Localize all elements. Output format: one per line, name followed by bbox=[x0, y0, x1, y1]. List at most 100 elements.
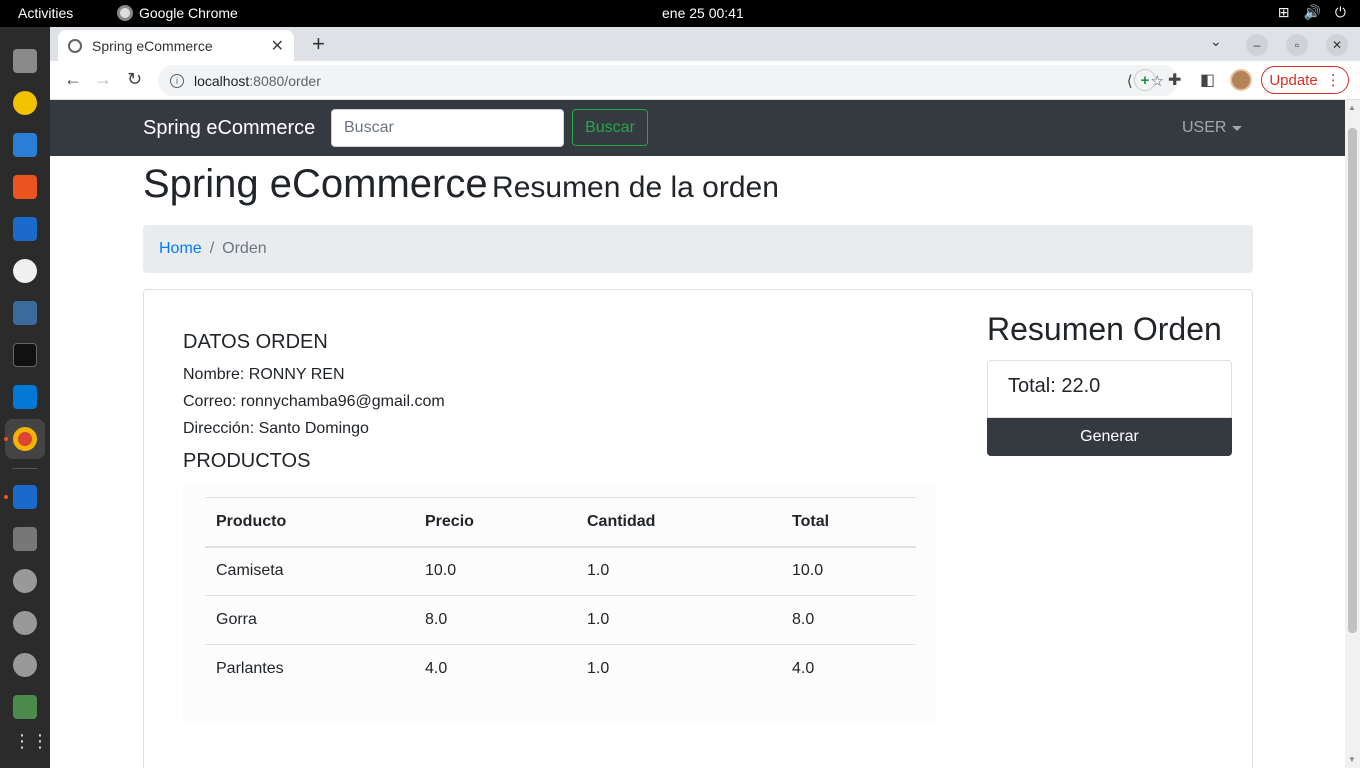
mysql-workbench-icon[interactable] bbox=[13, 301, 37, 325]
page-title-main: Spring eCommerce bbox=[143, 162, 488, 206]
url-path: :8080/order bbox=[249, 72, 321, 89]
order-name: Nombre: RONNY REN bbox=[183, 366, 345, 383]
user-dropdown-label: USER bbox=[1182, 119, 1227, 136]
column-header-product: Producto bbox=[205, 497, 414, 548]
writer-icon[interactable] bbox=[13, 133, 37, 157]
activities-button[interactable]: Activities bbox=[18, 5, 73, 21]
url-host: localhost bbox=[194, 72, 250, 89]
side-panel-icon[interactable]: ◧ bbox=[1200, 70, 1215, 90]
summary-heading: Resumen Orden bbox=[987, 311, 1222, 347]
order-email: Correo: ronnychamba96@gmail.com bbox=[183, 393, 445, 410]
web-app-icon[interactable] bbox=[13, 259, 37, 283]
browser-tab[interactable]: Spring eCommerce ✕ bbox=[58, 30, 294, 61]
cell-product: Gorra bbox=[205, 595, 414, 645]
cell-quantity: 1.0 bbox=[576, 546, 781, 596]
power-icon: ⏻ bbox=[1334, 4, 1346, 20]
minimize-button[interactable]: – bbox=[1246, 34, 1268, 56]
software-icon[interactable] bbox=[13, 175, 37, 199]
breadcrumb-separator: / bbox=[209, 240, 215, 257]
update-button[interactable]: Update ⋮ bbox=[1261, 66, 1349, 94]
dock: ⋮⋮ bbox=[0, 27, 50, 768]
products-heading: PRODUCTOS bbox=[183, 450, 311, 472]
breadcrumb-current: Orden bbox=[222, 240, 267, 257]
cell-quantity: 1.0 bbox=[576, 595, 781, 645]
close-tab-icon[interactable]: ✕ bbox=[271, 36, 284, 56]
forward-icon[interactable]: → bbox=[94, 69, 112, 90]
page-title-sub: Resumen de la orden bbox=[492, 171, 779, 204]
terminal-icon[interactable] bbox=[13, 343, 37, 367]
scroll-down-arrow-icon[interactable]: ▼ bbox=[1348, 755, 1356, 764]
usb-drive-icon[interactable] bbox=[13, 527, 37, 551]
tab-strip: Spring eCommerce ✕ + ⌄ – ▫ ✕ bbox=[50, 27, 1360, 61]
reload-icon[interactable]: ↻ bbox=[127, 69, 142, 90]
cell-product: Parlantes bbox=[216, 660, 284, 678]
globe-icon bbox=[68, 38, 82, 53]
disc-icon[interactable] bbox=[13, 653, 37, 677]
caret-down-icon bbox=[1232, 125, 1243, 131]
table-row: Camiseta 10.0 1.0 10.0 bbox=[205, 546, 916, 596]
scroll-up-arrow-icon[interactable]: ▲ bbox=[1348, 103, 1356, 112]
share-icon[interactable]: ⟨ bbox=[1127, 72, 1133, 90]
clock[interactable]: ene 25 00:41 bbox=[662, 5, 744, 21]
intellij-running-icon[interactable] bbox=[13, 485, 37, 509]
profile-avatar[interactable] bbox=[1230, 69, 1252, 91]
extensions-puzzle-icon[interactable]: ✚ bbox=[1168, 70, 1181, 90]
tab-search-icon[interactable]: ⌄ bbox=[1210, 33, 1222, 50]
dock-separator bbox=[12, 468, 38, 469]
search-button[interactable]: Buscar bbox=[572, 109, 648, 146]
chrome-dock-icon[interactable] bbox=[13, 427, 37, 451]
system-tray[interactable]: ⊞ 🔊 ⏻ bbox=[1278, 4, 1346, 21]
cell-price: 10.0 bbox=[414, 546, 576, 596]
running-indicator bbox=[4, 437, 8, 441]
cell-total: 10.0 bbox=[781, 546, 916, 596]
products-table-container: Producto Precio Cantidad Total Camiseta … bbox=[183, 485, 936, 722]
breadcrumb: Home / Orden bbox=[143, 225, 1253, 273]
column-header-quantity: Cantidad bbox=[576, 497, 781, 548]
disc-icon[interactable] bbox=[13, 569, 37, 593]
more-menu-icon: ⋮ bbox=[1325, 72, 1341, 89]
running-indicator bbox=[4, 495, 8, 499]
maximize-button[interactable]: ▫ bbox=[1286, 34, 1308, 56]
trash-icon[interactable] bbox=[13, 695, 37, 719]
page-viewport: Spring eCommerce Buscar USER Spring eCom… bbox=[50, 100, 1345, 768]
back-icon[interactable]: ← bbox=[64, 69, 82, 90]
order-address: Dirección: Santo Domingo bbox=[183, 420, 369, 437]
browser-toolbar: ← → ↻ i localhost:8080/order ⟨ ☆ + ✚ ◧ U… bbox=[50, 61, 1360, 100]
disc-icon[interactable] bbox=[13, 611, 37, 635]
cell-total: 4.0 bbox=[792, 660, 815, 678]
new-tab-button[interactable]: + bbox=[312, 33, 325, 55]
address-bar[interactable]: i localhost:8080/order ⟨ ☆ bbox=[158, 65, 1178, 96]
show-apps-icon[interactable]: ⋮⋮ bbox=[13, 729, 49, 753]
site-info-icon[interactable]: i bbox=[170, 73, 184, 88]
site-navbar: Spring eCommerce Buscar USER bbox=[50, 100, 1345, 156]
cell-price: 4.0 bbox=[425, 660, 448, 678]
generate-order-button[interactable]: Generar bbox=[987, 418, 1232, 456]
page-title: Spring eCommerce Resumen de la orden bbox=[143, 162, 779, 207]
app-menu[interactable]: Google Chrome bbox=[117, 5, 238, 21]
app-name: Google Chrome bbox=[139, 5, 238, 21]
files-icon[interactable] bbox=[13, 49, 37, 73]
update-label: Update bbox=[1269, 71, 1318, 89]
search-input[interactable] bbox=[331, 109, 564, 147]
rhythmbox-icon[interactable] bbox=[13, 91, 37, 115]
cell-total: 8.0 bbox=[781, 595, 916, 645]
extension-add-icon[interactable]: + bbox=[1134, 69, 1156, 91]
user-dropdown[interactable]: USER bbox=[1182, 119, 1243, 137]
products-table: Producto Precio Cantidad Total Camiseta … bbox=[205, 497, 916, 694]
tab-title: Spring eCommerce bbox=[92, 37, 213, 54]
intellij-icon[interactable] bbox=[13, 217, 37, 241]
cell-price: 8.0 bbox=[414, 595, 576, 645]
vscode-icon[interactable] bbox=[13, 385, 37, 409]
close-window-button[interactable]: ✕ bbox=[1326, 34, 1348, 56]
chrome-icon bbox=[117, 5, 133, 21]
table-header-row: Producto Precio Cantidad Total bbox=[205, 497, 916, 548]
table-row: Gorra 8.0 1.0 8.0 bbox=[205, 595, 916, 645]
column-header-price: Precio bbox=[414, 497, 576, 548]
table-row: Parlantes 4.0 1.0 4.0 bbox=[205, 645, 916, 694]
breadcrumb-home-link[interactable]: Home bbox=[159, 240, 202, 258]
page-scrollbar[interactable]: ▲ ▼ bbox=[1345, 100, 1360, 768]
navbar-brand[interactable]: Spring eCommerce bbox=[143, 117, 315, 140]
volume-icon: 🔊 bbox=[1303, 4, 1321, 20]
scrollbar-thumb[interactable] bbox=[1348, 128, 1357, 633]
cell-product: Camiseta bbox=[205, 546, 414, 596]
